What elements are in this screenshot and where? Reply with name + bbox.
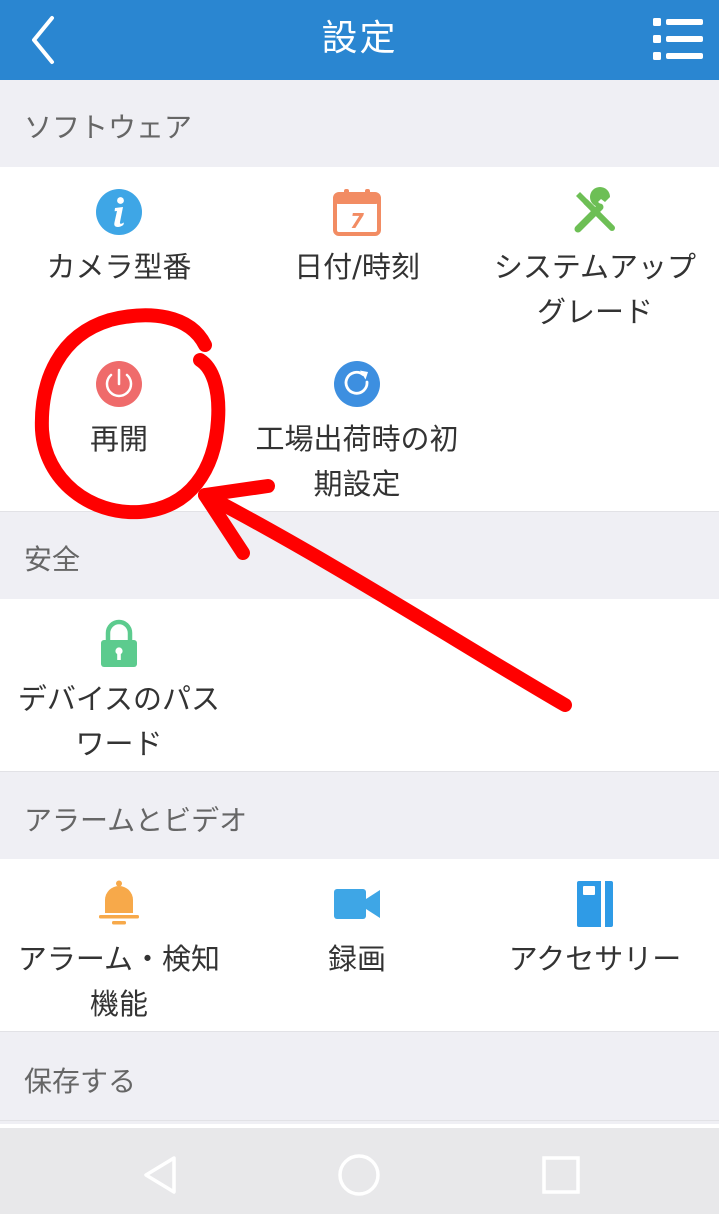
nav-recent-apps-icon[interactable] [538,1152,584,1198]
recording-label: 録画 [327,942,386,976]
video-camera-icon [334,889,380,919]
alarm-video-panel: アラーム・検知機能 録画 アクセサリー [0,859,719,1032]
nav-home-icon[interactable] [336,1152,382,1198]
restart-button[interactable]: 再開 [0,359,238,462]
section-title-storage: 保存する [24,1065,137,1098]
security-panel: デバイスのパスワード [0,599,719,772]
alarm-detection-button[interactable]: アラーム・検知機能 [0,879,238,1027]
section-title-security: 安全 [24,543,81,576]
section-title-alarm-video: アラームとビデオ [24,804,248,837]
date-time-label: 日付/時刻 [294,250,420,284]
calendar-icon: 7 [333,189,381,236]
software-panel: カメラ型番 7 日付/時刻 システムアップグレード 再開 工場出荷時の初期設定 [0,167,719,512]
recording-button[interactable]: 録画 [238,879,476,982]
top-app-bar: 設定 [0,0,719,80]
accessory-button[interactable]: アクセサリー [476,879,714,982]
system-upgrade-button[interactable]: システムアップグレード [476,187,714,335]
svg-text:7: 7 [350,209,364,233]
bell-icon [99,880,139,925]
camera-model-button[interactable]: カメラ型番 [0,187,238,290]
settings-screen: 設定 ソフトウェア カメラ型番 7 日付/時刻 システムアップグレード 再開 工… [0,0,719,1214]
tools-icon [574,187,615,233]
accessory-icon [577,881,613,927]
list-menu-icon[interactable] [651,12,705,66]
section-header-storage: 保存する [0,1032,719,1121]
system-upgrade-label: システムアップグレード [493,250,697,329]
section-header-software: ソフトウェア [0,80,719,168]
section-header-security: 安全 [0,512,719,600]
section-header-alarm-video: アラームとビデオ [0,772,719,860]
device-password-button[interactable]: デバイスのパスワード [0,619,238,767]
system-navigation-bar [0,1124,719,1214]
nav-back-icon[interactable] [138,1152,184,1198]
camera-model-label: カメラ型番 [46,250,192,284]
section-title-software: ソフトウェア [24,111,193,144]
restart-label: 再開 [89,422,148,456]
lock-icon [101,619,137,667]
reset-icon [334,361,380,407]
info-icon [96,189,142,235]
accessory-label: アクセサリー [508,942,682,976]
alarm-detection-label: アラーム・検知機能 [17,942,221,1021]
power-icon [96,361,142,407]
device-password-label: デバイスのパスワード [17,682,221,761]
date-time-button[interactable]: 7 日付/時刻 [238,187,476,290]
factory-reset-label: 工場出荷時の初期設定 [255,422,459,501]
factory-reset-button[interactable]: 工場出荷時の初期設定 [238,359,476,507]
page-title: 設定 [321,18,398,59]
